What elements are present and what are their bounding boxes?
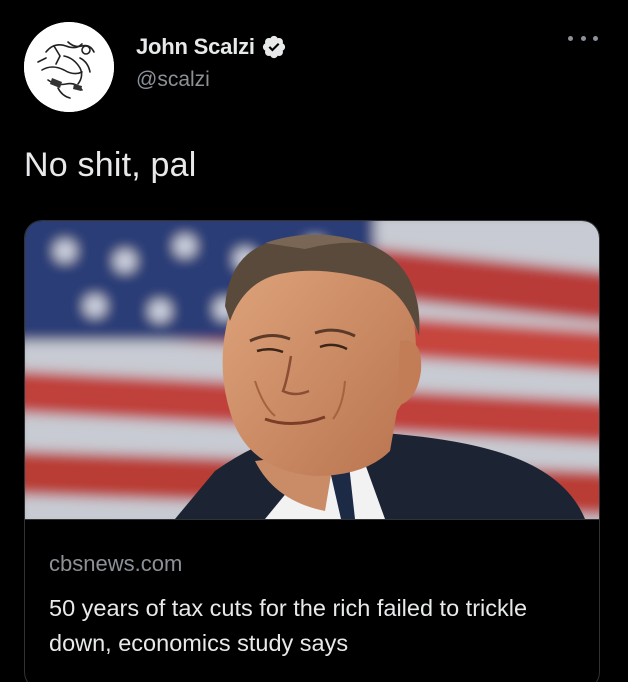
dot [580, 35, 586, 41]
link-card[interactable]: cbsnews.com 50 years of tax cuts for the… [24, 220, 600, 682]
dot [593, 35, 598, 41]
author-handle[interactable]: @scalzi [136, 68, 287, 92]
author-names: John Scalzi @scalzi [136, 32, 287, 92]
card-title[interactable]: 50 years of tax cuts for the rich failed… [49, 591, 579, 661]
display-name[interactable]: John Scalzi [136, 34, 255, 60]
avatar[interactable] [24, 22, 114, 112]
tweet: John Scalzi @scalzi No shit, pal cbsnews… [0, 0, 628, 682]
display-name-row: John Scalzi [136, 32, 287, 62]
sketch-avatar-icon [24, 22, 114, 112]
card-divider [25, 519, 599, 520]
tweet-header: John Scalzi @scalzi [24, 22, 604, 114]
card-domain: cbsnews.com [49, 551, 183, 576]
portrait-photo-icon[interactable] [25, 221, 599, 519]
tweet-text: No shit, pal [24, 146, 197, 184]
dot [568, 35, 573, 41]
more-options-icon[interactable] [568, 30, 598, 46]
verified-badge-icon [261, 34, 287, 60]
